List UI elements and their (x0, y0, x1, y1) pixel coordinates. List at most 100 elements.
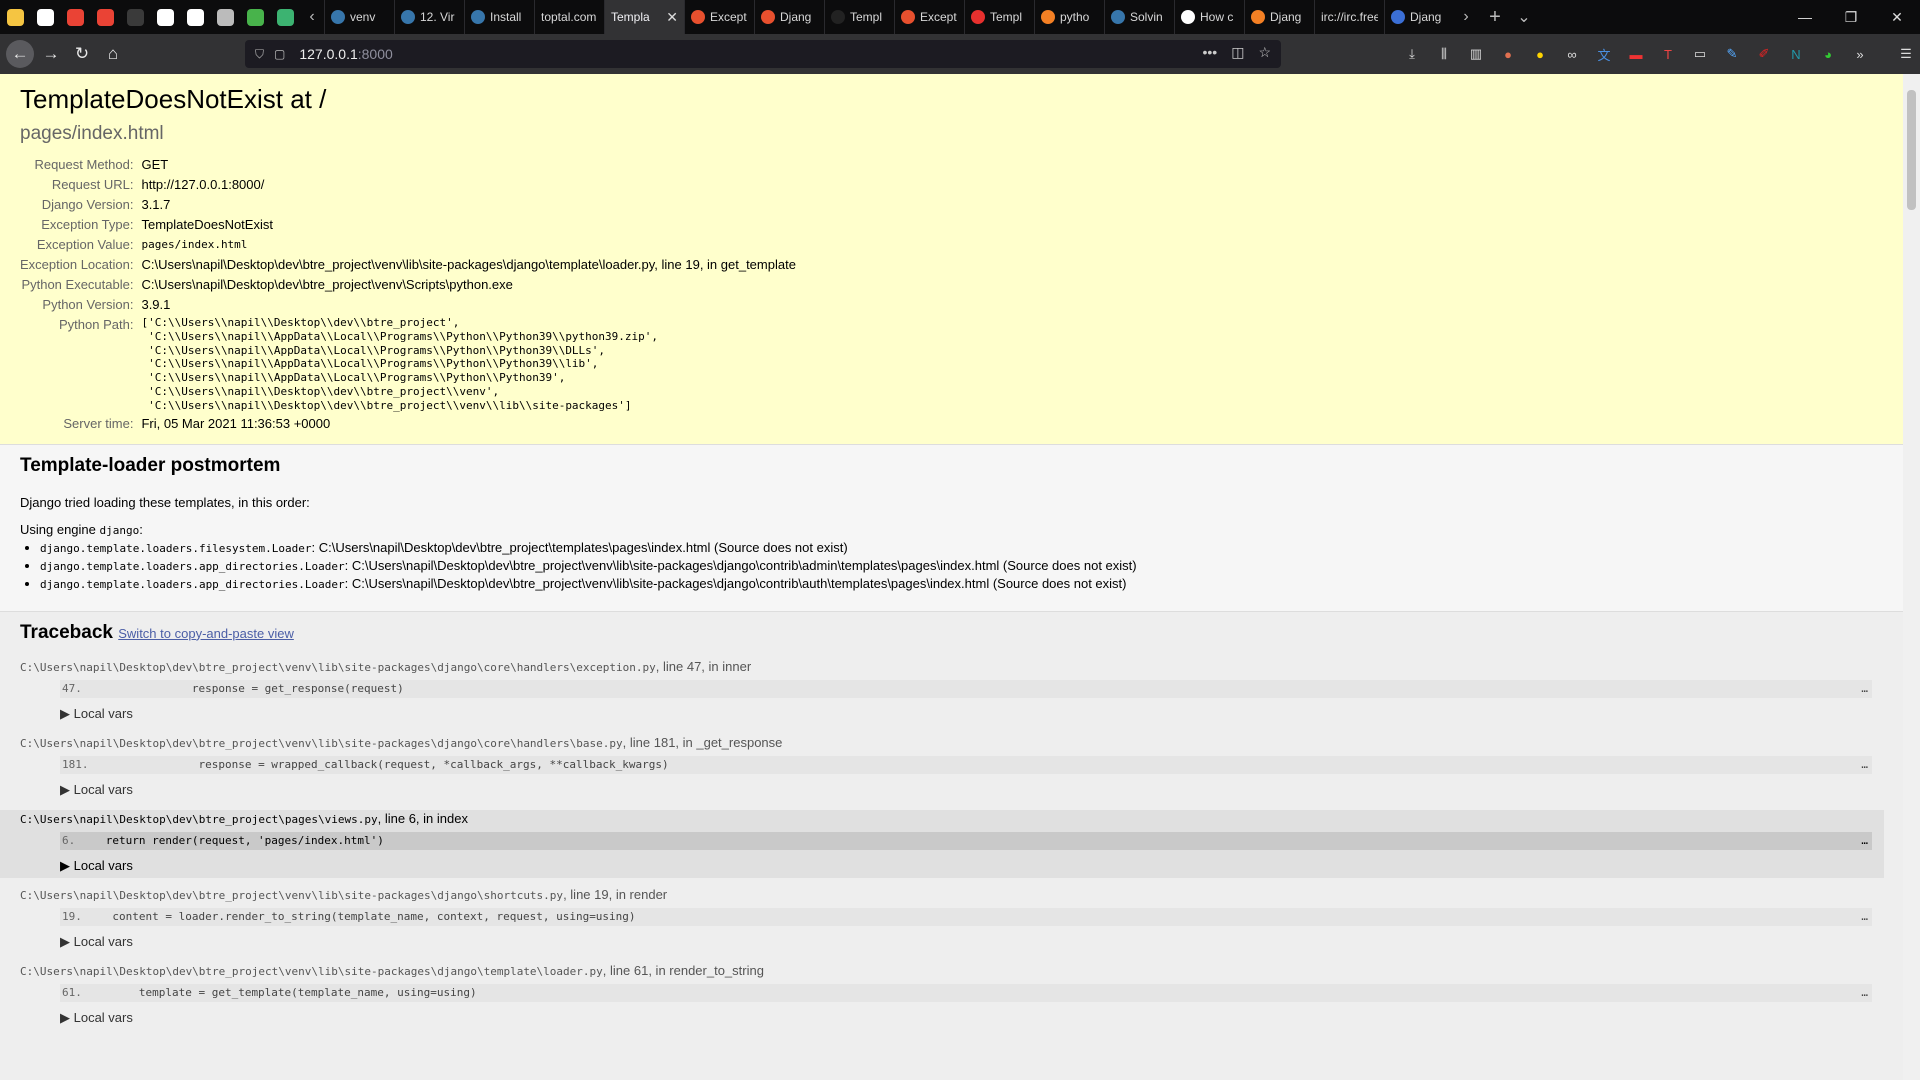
url-text[interactable]: 127.0.0.1:8000 (299, 46, 392, 62)
code-context-line[interactable]: 47. response = get_response(request)… (60, 679, 1872, 698)
page-scrollbar[interactable] (1903, 74, 1920, 1080)
local-vars-toggle[interactable]: ▶ Local vars (60, 1010, 1883, 1026)
error-summary: TemplateDoesNotExist at / pages/index.ht… (0, 74, 1903, 445)
scroll-tabs-left-icon[interactable]: ‹ (300, 8, 324, 26)
loader-item: django.template.loaders.app_directories.… (40, 557, 1883, 575)
pinned-tab[interactable] (30, 0, 60, 34)
browser-tab[interactable]: venv (324, 0, 394, 34)
home-button[interactable]: ⌂ (99, 40, 127, 68)
close-tab-icon[interactable]: ✕ (666, 9, 678, 26)
browser-tab[interactable]: Templ (964, 0, 1034, 34)
frame-location: C:\Users\napil\Desktop\dev\btre_project\… (20, 886, 1883, 908)
extension-icon[interactable]: ● (1528, 42, 1552, 66)
browser-tab[interactable]: pytho (1034, 0, 1104, 34)
frame-location: C:\Users\napil\Desktop\dev\btre_project\… (20, 658, 1883, 680)
site-favicon-icon (1391, 10, 1405, 24)
browser-tab[interactable]: Djang (1244, 0, 1314, 34)
browser-tab[interactable]: How c (1174, 0, 1244, 34)
browser-tab[interactable]: 12. Vir (394, 0, 464, 34)
code-text: template = get_template(template_name, u… (85, 985, 477, 999)
code-context-line[interactable]: 61. template = get_template(template_nam… (60, 983, 1872, 1002)
browser-tab[interactable]: Templ (824, 0, 894, 34)
pinned-tab[interactable] (240, 0, 270, 34)
expand-context-icon[interactable]: … (1861, 908, 1868, 926)
meta-label: Exception Location: (20, 257, 134, 272)
code-context-line[interactable]: 19. content = loader.render_to_string(te… (60, 907, 1872, 926)
pinned-tab[interactable] (210, 0, 240, 34)
pinned-tab[interactable] (0, 0, 30, 34)
pinned-tab[interactable] (90, 0, 120, 34)
address-bar[interactable]: ⛉ ▢ 127.0.0.1:8000 ••• ◫ ☆ (245, 40, 1281, 68)
engine-suffix: : (139, 521, 143, 537)
hamburger-menu-icon[interactable]: ☰ (1894, 42, 1918, 66)
back-arrow-icon: ← (11, 44, 29, 63)
site-favicon-icon (901, 10, 915, 24)
close-window-icon[interactable]: ✕ (1874, 9, 1920, 26)
reload-button[interactable]: ↻ (68, 40, 96, 68)
local-vars-toggle[interactable]: ▶ Local vars (60, 934, 1883, 950)
pinned-tab[interactable] (180, 0, 210, 34)
library-icon[interactable]: ⫼ (1432, 42, 1456, 66)
pinned-tab[interactable] (150, 0, 180, 34)
overflow-menu-icon[interactable]: » (1848, 42, 1872, 66)
browser-tab[interactable]: Except (684, 0, 754, 34)
page-info-icon[interactable]: ▢ (274, 47, 285, 61)
bookmark-star-icon[interactable]: ☆ (1258, 44, 1271, 61)
browser-tab[interactable]: Except (894, 0, 964, 34)
traceback-heading: Traceback Switch to copy-and-paste view (20, 622, 1883, 644)
browser-tab[interactable]: Djang (1384, 0, 1454, 34)
code-context-line[interactable]: 181. response = wrapped_callback(request… (60, 755, 1872, 774)
download-icon[interactable]: ⤓ (1400, 42, 1424, 66)
local-vars-toggle[interactable]: ▶ Local vars (60, 782, 1883, 798)
code-context-line[interactable]: 6. return render(request, 'pages/index.h… (60, 831, 1872, 850)
extension-icon[interactable]: ◕ (1816, 42, 1840, 66)
minimize-icon[interactable]: — (1782, 9, 1828, 25)
site-favicon-icon (1041, 10, 1055, 24)
new-tab-icon[interactable]: + (1478, 6, 1512, 29)
translate-icon[interactable]: 文 (1592, 42, 1616, 66)
browser-tab[interactable]: Solvin (1104, 0, 1174, 34)
forward-button[interactable]: → (37, 40, 65, 68)
browser-tab[interactable]: toptal.com (534, 0, 604, 34)
circle-app-icon (246, 8, 264, 26)
restore-icon[interactable]: ❐ (1828, 9, 1874, 26)
back-button[interactable]: ← (6, 40, 34, 68)
expand-context-icon[interactable]: … (1861, 832, 1868, 850)
meta-value: TemplateDoesNotExist (141, 217, 273, 232)
extension-icon[interactable]: T (1656, 42, 1680, 66)
meta-label: Django Version: (41, 197, 134, 212)
browser-tab[interactable]: Templa ✕ (604, 0, 684, 34)
page-actions-icon[interactable]: ••• (1202, 44, 1217, 61)
pinned-tab[interactable] (60, 0, 90, 34)
pinned-tab[interactable] (270, 0, 300, 34)
shield-icon[interactable]: ⛉ (255, 47, 264, 62)
extension-icon[interactable]: ● (1496, 42, 1520, 66)
switch-view-link[interactable]: Switch to copy-and-paste view (118, 626, 294, 641)
line-number: 19. (62, 909, 82, 923)
extension-icon[interactable]: ∞ (1560, 42, 1584, 66)
expand-context-icon[interactable]: … (1861, 984, 1868, 1002)
scroll-tabs-right-icon[interactable]: › (1454, 8, 1478, 26)
sidebar-icon[interactable]: ▥ (1464, 42, 1488, 66)
extension-icon[interactable]: ✐ (1752, 42, 1776, 66)
local-vars-toggle[interactable]: ▶ Local vars (60, 858, 1884, 878)
frame-line-info: , line 19, in render (563, 886, 668, 902)
extension-icon[interactable]: ▬ (1624, 42, 1648, 66)
local-vars-toggle[interactable]: ▶ Local vars (60, 706, 1883, 722)
expand-context-icon[interactable]: … (1861, 680, 1868, 698)
pinned-tab[interactable] (120, 0, 150, 34)
scrollbar-thumb[interactable] (1907, 90, 1916, 210)
site-favicon-icon (331, 10, 345, 24)
expand-context-icon[interactable]: … (1861, 756, 1868, 774)
loader-name: django.template.loaders.app_directories.… (40, 577, 345, 591)
browser-tab[interactable]: Djang (754, 0, 824, 34)
list-all-tabs-icon[interactable]: ⌄ (1512, 7, 1536, 27)
gmail-icon (66, 8, 84, 26)
extension-icon[interactable]: N (1784, 42, 1808, 66)
pocket-icon[interactable]: ◫ (1231, 44, 1244, 61)
extension-icon[interactable]: ▭ (1688, 42, 1712, 66)
browser-tab[interactable]: Install (464, 0, 534, 34)
site-favicon-icon (761, 10, 775, 24)
browser-tab[interactable]: irc://irc.freen (1314, 0, 1384, 34)
extension-icon[interactable]: ✎ (1720, 42, 1744, 66)
